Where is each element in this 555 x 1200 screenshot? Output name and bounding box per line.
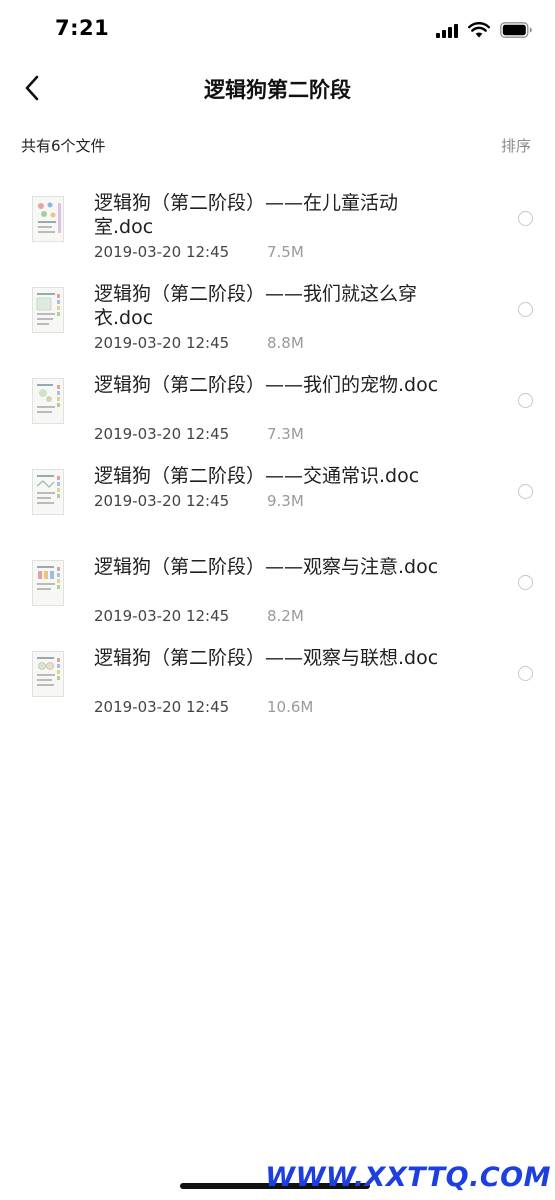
file-size: 8.8M	[267, 334, 304, 352]
page-title: 逻辑狗第二阶段	[204, 78, 351, 102]
file-date: 2019-03-20 12:45	[94, 425, 230, 443]
file-meta: 2019-03-20 12:45 9.3M	[94, 492, 304, 510]
file-meta: 2019-03-20 12:45 7.5M	[94, 243, 304, 261]
file-list-item[interactable]: 逻辑狗（第二阶段）——我们就这么穿衣.doc 2019-03-20 12:45 …	[0, 275, 555, 363]
watermark-text: WWW.XXTTQ.COM	[265, 1162, 551, 1193]
file-meta: 2019-03-20 12:45 8.2M	[94, 607, 304, 625]
file-date: 2019-03-20 12:45	[94, 698, 230, 716]
file-name: 逻辑狗（第二阶段）——观察与联想.doc	[94, 647, 439, 669]
file-count-label: 共有6个文件	[21, 137, 106, 155]
file-size: 7.3M	[267, 425, 304, 443]
file-size: 9.3M	[267, 492, 304, 510]
status-icons	[436, 20, 533, 40]
nav-bar: 逻辑狗第二阶段	[0, 58, 555, 120]
file-name: 逻辑狗（第二阶段）——观察与注意.doc	[94, 556, 439, 578]
file-meta: 2019-03-20 12:45 10.6M	[94, 698, 313, 716]
status-time: 7:21	[55, 16, 110, 40]
select-radio[interactable]	[518, 393, 533, 408]
select-radio[interactable]	[518, 484, 533, 499]
file-list-item[interactable]: 逻辑狗（第二阶段）——观察与联想.doc 2019-03-20 12:45 10…	[0, 639, 555, 727]
file-meta: 2019-03-20 12:45 8.8M	[94, 334, 304, 352]
file-name: 逻辑狗（第二阶段）——我们的宠物.doc	[94, 374, 439, 396]
document-thumbnail	[32, 560, 64, 606]
wifi-icon	[468, 22, 490, 38]
file-list-item[interactable]: 逻辑狗（第二阶段）——在儿童活动室.doc 2019-03-20 12:45 7…	[0, 184, 555, 272]
file-size: 10.6M	[267, 698, 314, 716]
file-name: 逻辑狗（第二阶段）——我们就这么穿衣.doc	[94, 283, 418, 329]
file-date: 2019-03-20 12:45	[94, 243, 230, 261]
list-header: 共有6个文件 排序	[0, 130, 555, 160]
file-name: 逻辑狗（第二阶段）——交通常识.doc	[94, 465, 420, 487]
file-date: 2019-03-20 12:45	[94, 607, 230, 625]
file-date: 2019-03-20 12:45	[94, 334, 230, 352]
document-thumbnail	[32, 378, 64, 424]
file-size: 7.5M	[267, 243, 304, 261]
select-radio[interactable]	[518, 302, 533, 317]
select-radio[interactable]	[518, 666, 533, 681]
file-list-item[interactable]: 逻辑狗（第二阶段）——交通常识.doc 2019-03-20 12:45 9.3…	[0, 457, 555, 545]
file-size: 8.2M	[267, 607, 304, 625]
file-meta: 2019-03-20 12:45 7.3M	[94, 425, 304, 443]
select-radio[interactable]	[518, 211, 533, 226]
document-thumbnail	[32, 651, 64, 697]
file-name: 逻辑狗（第二阶段）——在儿童活动室.doc	[94, 192, 399, 238]
sort-button[interactable]: 排序	[501, 135, 531, 156]
file-list-item[interactable]: 逻辑狗（第二阶段）——观察与注意.doc 2019-03-20 12:45 8.…	[0, 548, 555, 636]
cellular-signal-icon	[436, 22, 458, 38]
status-bar: 7:21	[0, 0, 555, 58]
file-list-item[interactable]: 逻辑狗（第二阶段）——我们的宠物.doc 2019-03-20 12:45 7.…	[0, 366, 555, 454]
document-thumbnail	[32, 287, 64, 333]
file-date: 2019-03-20 12:45	[94, 492, 230, 510]
document-thumbnail	[32, 196, 64, 242]
select-radio[interactable]	[518, 575, 533, 590]
battery-icon	[500, 22, 532, 38]
document-thumbnail	[32, 469, 64, 515]
